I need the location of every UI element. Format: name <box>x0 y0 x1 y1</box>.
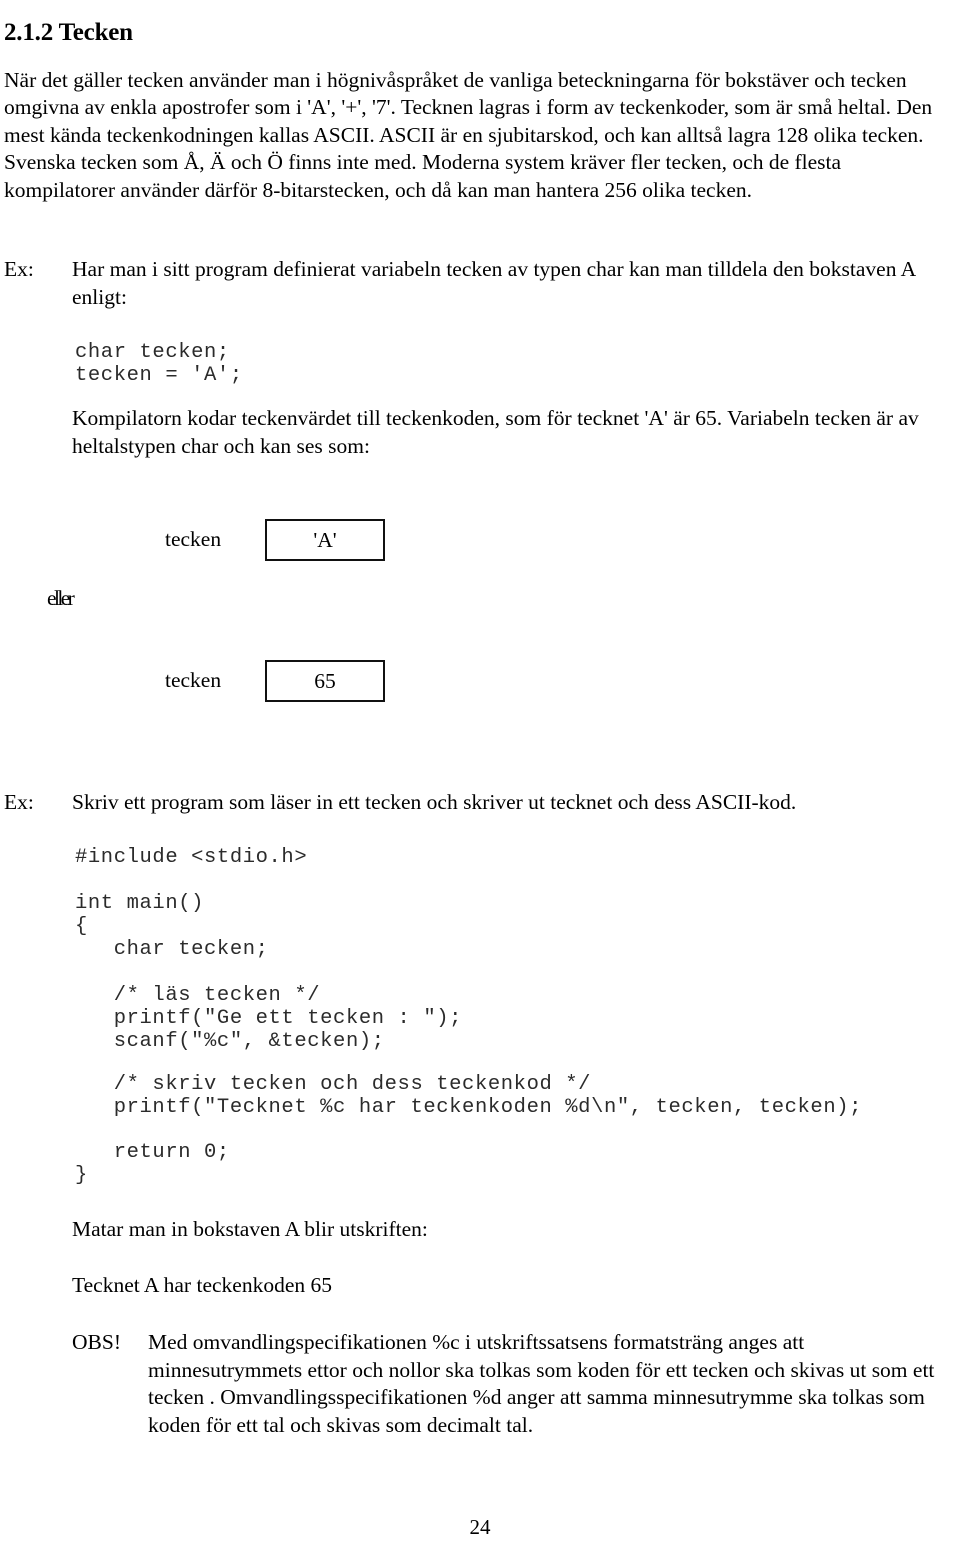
example-two-code-return: return 0; } <box>75 1141 230 1187</box>
diagram-box-one: 'A' <box>265 519 385 561</box>
example-two-label: Ex: <box>4 790 34 814</box>
note-label: OBS! <box>72 1330 121 1354</box>
example-two-output-text: Tecknet A har teckenkoden 65 <box>72 1273 332 1297</box>
intro-paragraph: När det gäller tecken använder man i hög… <box>4 67 933 202</box>
page-number: 24 <box>469 1515 491 1539</box>
example-one-intro: Har man i sitt program definierat variab… <box>72 257 915 309</box>
example-one-label: Ex: <box>4 257 34 281</box>
page-title: 2.1.2 Tecken <box>4 18 133 46</box>
example-two-code-read: /* läs tecken */ printf("Ge ett tecken :… <box>113 984 463 1053</box>
diagram-box-two-value: 65 <box>314 668 336 693</box>
diagram-connector-text: eller <box>47 586 75 610</box>
example-two-code-include: #include <stdio.h> <box>75 846 308 869</box>
example-two-output-intro: Matar man in bokstaven A blir utskriften… <box>72 1217 428 1241</box>
document-page: 2.1.2 Tecken När det gäller tecken använ… <box>0 0 960 1563</box>
example-two-intro: Skriv ett program som läser in ett tecke… <box>72 790 797 814</box>
note-text: Med omvandlingspecifikationen %c i utskr… <box>148 1330 935 1437</box>
example-two-code-main: int main() { char tecken; <box>75 892 269 961</box>
diagram-box-two-label: tecken <box>165 668 222 692</box>
diagram-box-one-label: tecken <box>165 527 222 551</box>
example-two-code-write: /* skriv tecken och dess teckenkod */ pr… <box>113 1073 863 1119</box>
diagram-box-two: 65 <box>265 660 385 702</box>
example-one-code: char tecken; tecken = 'A'; <box>75 341 243 387</box>
diagram-box-one-value: 'A' <box>313 527 337 552</box>
example-one-explanation: Kompilatorn kodar teckenvärdet till teck… <box>72 406 919 458</box>
